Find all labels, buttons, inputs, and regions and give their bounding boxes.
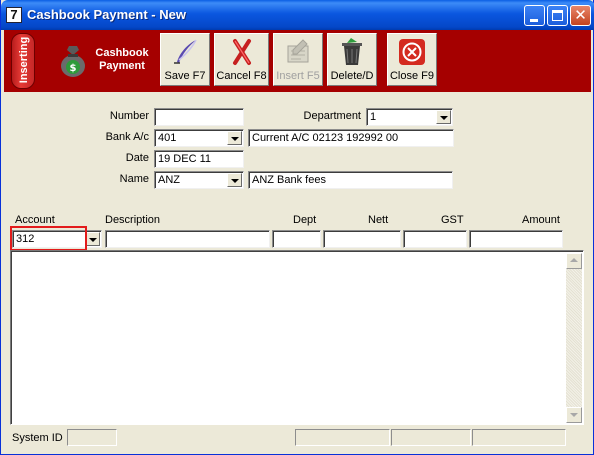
status-panel [295,429,390,446]
date-field[interactable]: 19 DEC 11 [154,150,244,168]
maximize-button[interactable] [547,5,568,26]
close-circle-icon [399,39,425,65]
column-header-gst: GST [441,214,464,226]
lines-grid[interactable] [10,250,584,425]
cashbook-payment-window: 7 Cashbook Payment - New ✕ Inserting $ C… [0,0,594,455]
bank-ac-description: Current A/C 02123 192992 00 [248,129,454,147]
dept-field[interactable] [272,230,321,248]
cancel-label: Cancel F8 [216,70,267,82]
department-label: Department [303,110,361,122]
name-description: ANZ Bank fees [248,171,453,189]
status-panel [391,429,471,446]
insert-button[interactable]: Insert F5 [273,33,323,86]
department-select[interactable]: 1 [366,108,453,126]
maximize-icon [552,10,563,21]
chevron-down-icon[interactable] [436,110,451,124]
chevron-down-icon[interactable] [227,173,242,187]
money-bag-icon: $ [61,46,85,77]
svg-text:$: $ [70,63,77,74]
delete-label: Delete/D [330,70,374,82]
number-label: Number [109,110,149,122]
system-id-value [67,429,117,446]
chevron-down-icon[interactable] [227,131,242,145]
nett-field[interactable] [323,230,401,248]
title-bar[interactable]: 7 Cashbook Payment - New ✕ [1,0,594,30]
cancel-button[interactable]: Cancel F8 [214,33,269,86]
app-icon[interactable]: 7 [6,7,22,23]
name-select[interactable]: ANZ [154,171,244,189]
close-window-button[interactable]: ✕ [570,5,591,26]
bank-ac-label: Bank A/c [105,131,149,143]
bank-ac-select[interactable]: 401 [154,129,244,147]
date-label: Date [125,152,149,164]
column-header-description: Description [105,214,161,226]
save-button[interactable]: Save F7 [160,33,210,86]
red-x-icon [232,39,251,65]
insert-icon [287,39,309,63]
column-header-dept: Dept [293,214,317,226]
close-label: Close F9 [389,70,435,82]
mode-label: Inserting [18,36,30,84]
delete-button[interactable]: Delete/D [327,33,377,86]
quill-icon [174,39,197,64]
description-field[interactable] [105,230,270,248]
status-panel [472,429,566,446]
window-title: Cashbook Payment - New [27,7,186,22]
insert-label: Insert F5 [276,70,320,82]
column-header-nett: Nett [368,214,389,226]
account-focus-highlight [10,226,87,251]
mode-indicator: Inserting [11,33,35,89]
amount-field[interactable] [469,230,563,248]
close-icon: ✕ [574,6,587,24]
column-header-account: Account [15,214,55,226]
system-id-label: System ID [12,432,63,444]
trash-icon [342,38,362,65]
close-button[interactable]: Close F9 [387,33,437,86]
minimize-icon [530,19,538,22]
department-value: 1 [370,111,377,123]
name-value: ANZ [158,174,180,186]
scroll-down-icon[interactable] [566,407,582,423]
minimize-button[interactable] [524,5,545,26]
save-label: Save F7 [164,70,206,82]
column-header-amount: Amount [522,214,560,226]
toolbar: Inserting $ Cashbook Payment Save F7 Can… [4,30,591,92]
scroll-up-icon[interactable] [566,253,582,269]
chevron-down-icon[interactable] [85,232,100,246]
name-label: Name [119,173,149,185]
bank-ac-value: 401 [158,132,177,144]
vertical-scrollbar[interactable] [566,253,582,423]
module-label: Cashbook Payment [95,47,149,72]
number-field[interactable] [154,108,244,126]
gst-field[interactable] [403,230,467,248]
